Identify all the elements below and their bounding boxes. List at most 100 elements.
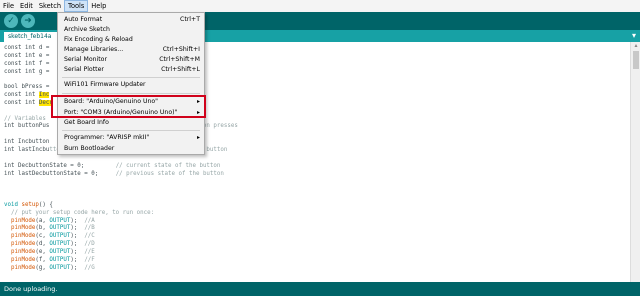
code-token: // put your setup code here, to run once… [4, 209, 155, 216]
scroll-up-icon[interactable]: ▴ [632, 42, 640, 50]
code-line: pinMode(d, OUTPUT); //D [4, 241, 238, 249]
menu-separator [62, 93, 200, 94]
verify-button[interactable]: ✓ [4, 14, 18, 28]
code-token: const int g = [4, 68, 53, 75]
code-token: int DecbuttonState = 0; [4, 162, 116, 169]
code-token: int lastDecbuttonState = 0; [4, 170, 116, 177]
code-token: (c, [35, 233, 50, 240]
code-line: pinMode(g, OUTPUT); //G [4, 265, 238, 273]
menu-item-serial-monitor[interactable]: Serial Monitor Ctrl+Shift+M [58, 55, 204, 65]
shortcut-label: Ctrl+Shift+M [159, 56, 200, 63]
code-token: void [4, 201, 22, 208]
upload-button[interactable]: ➜ [21, 14, 35, 28]
menu-item-label: Serial Monitor [64, 56, 107, 63]
code-token: const int [4, 99, 39, 106]
menu-item-label: Manage Libraries... [64, 46, 124, 53]
code-token: ); [70, 225, 85, 232]
code-token: (a, [35, 217, 50, 224]
menu-file[interactable]: File [0, 0, 17, 12]
code-token: int Incbutton [4, 139, 50, 146]
code-token: pinMode [10, 264, 36, 271]
code-token: pinMode [10, 217, 36, 224]
menu-item-label: Auto Format [64, 16, 103, 23]
tab-sketch[interactable]: sketch_feb14a [4, 32, 64, 42]
code-token: const int [4, 92, 39, 99]
code-token: // Variables [4, 115, 46, 122]
menu-item-label: Programmer: "AVRISP mkII" [64, 134, 150, 141]
code-token: const int e = [4, 52, 53, 59]
code-token: bool bPress = [4, 84, 53, 91]
menu-item-label: Get Board Info [64, 119, 109, 126]
code-token: //F [84, 256, 95, 263]
code-token: OUTPUT [49, 241, 71, 248]
menu-item-manage-libraries[interactable]: Manage Libraries... Ctrl+Shift+I [58, 45, 204, 55]
arrow-right-icon: ➜ [24, 16, 32, 26]
code-token: pinMode [10, 225, 36, 232]
code-line: // put your setup code here, to run once… [4, 210, 238, 218]
menu-item-archive-sketch[interactable]: Archive Sketch [58, 25, 204, 35]
menu-item-burn-bootloader[interactable]: Burn Bootloader [58, 144, 204, 154]
code-line: pinMode(b, OUTPUT); //B [4, 225, 238, 233]
check-icon: ✓ [7, 16, 15, 26]
menu-item-label: Fix Encoding & Reload [64, 36, 133, 43]
menu-item-label: Burn Bootloader [64, 145, 115, 152]
menu-separator [62, 77, 200, 78]
shortcut-label: Ctrl+Shift+I [162, 46, 200, 53]
status-bar: Done uploading. [0, 282, 640, 296]
menu-item-auto-format[interactable]: Auto Format Ctrl+T [58, 15, 204, 25]
status-message: Done uploading. [4, 285, 58, 293]
tools-menu: Auto Format Ctrl+T Archive Sketch Fix En… [57, 12, 205, 155]
code-token: //B [84, 225, 95, 232]
scrollbar-thumb[interactable] [633, 51, 639, 69]
code-token: ); [70, 256, 85, 263]
code-token: Inc [38, 92, 50, 99]
code-line: pinMode(c, OUTPUT); //C [4, 233, 238, 241]
code-token: pinMode [10, 241, 36, 248]
code-token: pinMode [10, 233, 36, 240]
code-token: // previous state of the button [115, 170, 224, 177]
menu-item-label: Serial Plotter [64, 66, 104, 73]
code-token: (d, [35, 241, 50, 248]
code-token: ); [70, 217, 85, 224]
menu-help[interactable]: Help [88, 0, 109, 12]
code-token: OUTPUT [49, 225, 71, 232]
code-token: ); [70, 264, 85, 271]
code-line: int DecbuttonState = 0; // current state… [4, 163, 238, 171]
menu-edit[interactable]: Edit [17, 0, 36, 12]
menu-item-programmer[interactable]: Programmer: "AVRISP mkII" ▸ [58, 133, 204, 143]
menu-item-fix-encoding[interactable]: Fix Encoding & Reload [58, 35, 204, 45]
code-token: ); [70, 248, 85, 255]
menu-separator [62, 130, 200, 131]
menu-item-get-board-info[interactable]: Get Board Info [58, 118, 204, 128]
menu-item-serial-plotter[interactable]: Serial Plotter Ctrl+Shift+L [58, 65, 204, 75]
code-token: setup [21, 201, 39, 208]
code-token: () { [38, 201, 53, 208]
code-line: int lastDecbuttonState = 0; // previous … [4, 171, 238, 179]
code-token: int lastIncbu [4, 146, 50, 153]
code-token: OUTPUT [49, 256, 71, 263]
menu-item-label: WiFi101 Firmware Updater [64, 81, 146, 88]
vertical-scrollbar[interactable]: ▴ [630, 42, 640, 282]
code-token: OUTPUT [49, 233, 71, 240]
menu-sketch[interactable]: Sketch [36, 0, 64, 12]
code-token: OUTPUT [49, 264, 71, 271]
menu-item-wifi101-updater[interactable]: WiFi101 Firmware Updater [58, 80, 204, 90]
code-token: (f, [35, 256, 50, 263]
menu-bar: File Edit Sketch Tools Help [0, 0, 640, 12]
code-token: ); [70, 233, 85, 240]
code-token: //G [84, 264, 95, 271]
code-token: //E [84, 248, 95, 255]
code-token: //D [84, 241, 95, 248]
menu-tools[interactable]: Tools [64, 0, 89, 12]
tab-menu-icon[interactable]: ▾ [632, 31, 636, 40]
shortcut-label: Ctrl+T [180, 16, 200, 23]
code-token: pinMode [10, 256, 36, 263]
